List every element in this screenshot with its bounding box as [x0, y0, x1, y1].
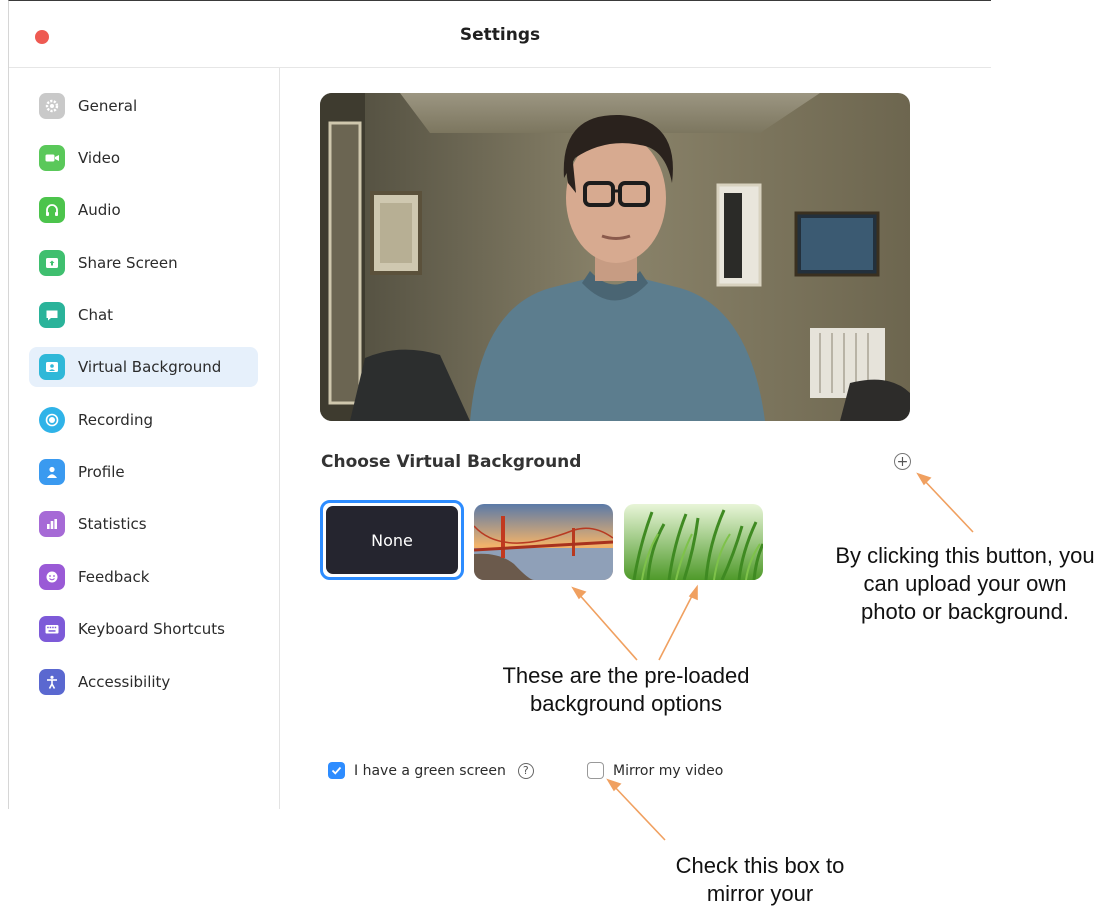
sidebar-item-label: Virtual Background — [78, 358, 222, 376]
mirror-video-row: Mirror my video — [587, 762, 723, 779]
sidebar-item-video[interactable]: Video — [29, 138, 258, 178]
background-option-none[interactable]: None — [320, 500, 464, 580]
gear-icon — [39, 93, 65, 119]
grass-thumbnail — [624, 504, 763, 580]
sidebar-item-label: Chat — [78, 306, 114, 324]
accessibility-icon — [39, 669, 65, 695]
share-screen-icon — [39, 250, 65, 276]
golden-gate-bridge-thumbnail — [474, 504, 613, 580]
sidebar-item-chat[interactable]: Chat — [29, 295, 258, 335]
sidebar-item-label: Video — [78, 149, 121, 167]
mirror-video-label: Mirror my video — [613, 762, 724, 779]
sidebar-item-keyboard-shortcuts[interactable]: Keyboard Shortcuts — [29, 609, 258, 649]
green-screen-row: I have a green screen ? — [328, 762, 534, 779]
bar-chart-icon — [39, 511, 65, 537]
person-frame-icon — [39, 354, 65, 380]
sidebar-item-virtual-background[interactable]: Virtual Background — [29, 347, 258, 387]
sidebar-item-general[interactable]: General — [29, 86, 258, 126]
sidebar-item-label: Audio — [78, 201, 121, 219]
background-option-golden-gate[interactable] — [474, 504, 613, 580]
sidebar-item-label: Share Screen — [78, 254, 178, 272]
background-option-grass[interactable] — [624, 504, 763, 580]
sidebar-item-audio[interactable]: Audio — [29, 190, 258, 230]
settings-sidebar: General Video Audio Share Screen Chat Vi… — [9, 68, 280, 809]
choose-background-heading: Choose Virtual Background — [321, 452, 582, 472]
green-screen-label: I have a green screen — [354, 762, 506, 779]
sidebar-item-label: Statistics — [78, 515, 147, 533]
sidebar-item-label: Recording — [78, 411, 154, 429]
window-title: Settings — [459, 25, 541, 45]
headphones-icon — [39, 197, 65, 223]
sidebar-item-profile[interactable]: Profile — [29, 452, 258, 492]
sidebar-item-accessibility[interactable]: Accessibility — [29, 662, 258, 702]
add-background-button[interactable]: + — [894, 453, 911, 470]
sidebar-item-recording[interactable]: Recording — [29, 400, 258, 440]
chat-bubble-icon — [39, 302, 65, 328]
smiley-icon — [39, 564, 65, 590]
sidebar-item-share-screen[interactable]: Share Screen — [29, 243, 258, 283]
sidebar-item-label: Keyboard Shortcuts — [78, 620, 225, 638]
camera-preview — [320, 93, 910, 421]
sidebar-item-feedback[interactable]: Feedback — [29, 557, 258, 597]
checkmark-icon — [331, 766, 342, 775]
person-icon — [39, 459, 65, 485]
green-screen-checkbox[interactable] — [328, 762, 345, 779]
video-camera-icon — [39, 145, 65, 171]
preloaded-annotation: These are the pre-loaded background opti… — [502, 663, 750, 716]
mirror-video-checkbox[interactable] — [587, 762, 604, 779]
sidebar-item-label: Accessibility — [78, 673, 171, 691]
sidebar-item-statistics[interactable]: Statistics — [29, 504, 258, 544]
help-icon[interactable]: ? — [517, 762, 534, 779]
plus-icon: + — [896, 453, 909, 470]
title-bar: Settings — [9, 1, 991, 68]
record-icon — [39, 407, 65, 433]
upload-annotation: By clicking this button, you can upload … — [835, 543, 1095, 624]
sidebar-item-label: General — [78, 97, 138, 115]
keyboard-icon — [39, 616, 65, 642]
mirror-annotation: Check this box to mirror your — [675, 853, 845, 906]
sidebar-item-label: Profile — [78, 463, 125, 481]
sidebar-item-label: Feedback — [78, 568, 150, 586]
none-option-label: None — [326, 506, 458, 574]
